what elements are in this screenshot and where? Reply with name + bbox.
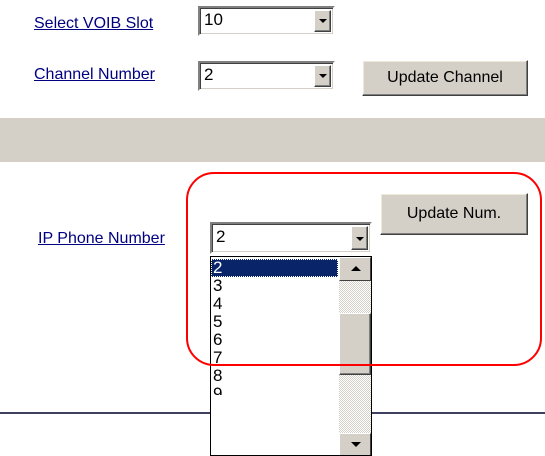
voib-slot-dropdown-button[interactable] (314, 10, 331, 32)
update-channel-button[interactable]: Update Channel (362, 60, 528, 96)
voib-slot-label[interactable]: Select VOIB Slot (34, 15, 153, 33)
channel-number-label[interactable]: Channel Number (34, 66, 155, 84)
voib-slot-value: 10 (204, 10, 223, 29)
channel-number-value: 2 (204, 65, 214, 84)
ip-phone-number-label[interactable]: IP Phone Number (38, 230, 165, 248)
scroll-down-button[interactable] (339, 433, 371, 455)
list-item-partial[interactable]: 9 (211, 385, 338, 395)
voib-slot-select[interactable]: 10 (198, 6, 335, 36)
list-item[interactable]: 8 (211, 367, 338, 385)
annotation-highlight-box (186, 172, 542, 366)
chevron-down-icon (319, 19, 327, 23)
scroll-down-arrow-icon (351, 442, 361, 447)
chevron-down-icon (319, 74, 327, 78)
channel-number-select[interactable]: 2 (198, 61, 335, 91)
channel-number-dropdown-button[interactable] (314, 65, 331, 87)
section-divider-band (0, 118, 545, 162)
